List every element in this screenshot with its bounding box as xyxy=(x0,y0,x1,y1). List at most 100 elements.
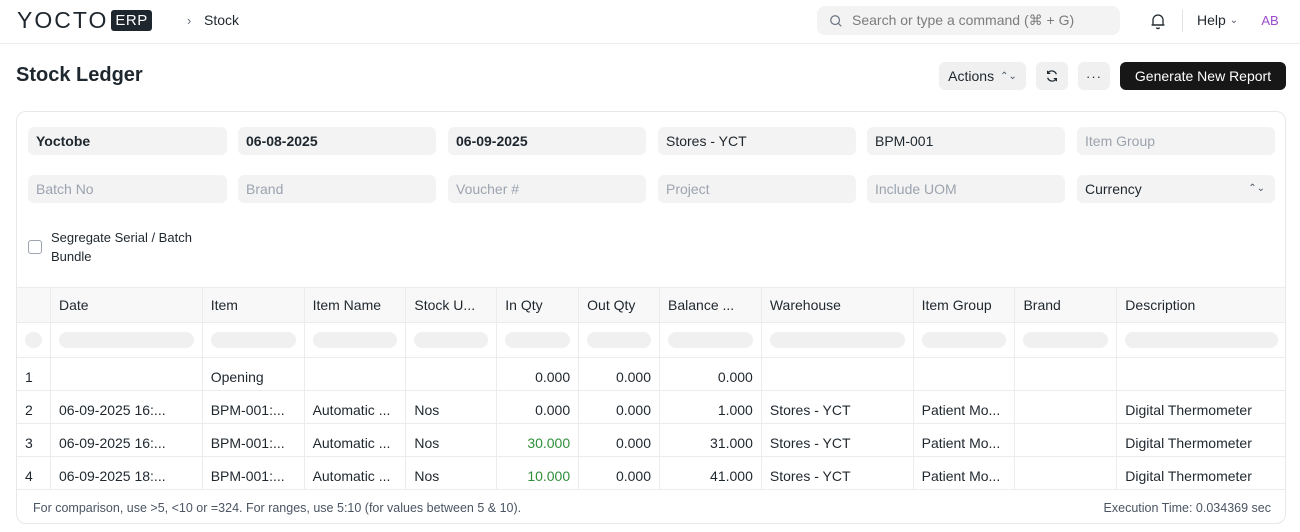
help-label: Help xyxy=(1197,12,1226,28)
header-cell-date[interactable]: Date xyxy=(51,288,203,322)
column-filter-cell xyxy=(579,323,661,357)
header-cell-brand[interactable]: Brand xyxy=(1015,288,1118,322)
header-cell-balance-qty[interactable]: Balance ... xyxy=(660,288,762,322)
header-cell-item-group[interactable]: Item Group xyxy=(914,288,1016,322)
to-date-filter[interactable]: 06-09-2025 xyxy=(448,127,646,155)
item-group-filter[interactable]: Item Group xyxy=(1077,127,1275,155)
include-uom-filter[interactable]: Include UOM xyxy=(867,175,1065,203)
cell-item: BPM-001:... xyxy=(203,457,305,489)
header-cell-out-qty[interactable]: Out Qty xyxy=(579,288,661,322)
cell-balance-qty: 0.000 xyxy=(660,358,762,390)
column-filter-input[interactable] xyxy=(921,332,1007,348)
app-logo[interactable]: YOCTO ERP xyxy=(17,8,152,32)
header-cell-item-name[interactable]: Item Name xyxy=(305,288,407,322)
column-filter-input[interactable] xyxy=(58,332,194,348)
generate-new-report-button[interactable]: Generate New Report xyxy=(1120,62,1286,90)
column-filter-cell xyxy=(17,323,51,357)
cell-out-qty: 0.000 xyxy=(579,358,661,390)
cell-item-name: Automatic ... xyxy=(305,391,407,423)
page-title: Stock Ledger xyxy=(16,64,143,86)
column-filter-input[interactable] xyxy=(414,332,489,348)
brand-filter[interactable]: Brand xyxy=(238,175,436,203)
column-filter-cell xyxy=(660,323,762,357)
header-cell-index xyxy=(17,288,51,322)
notification-bell-icon[interactable] xyxy=(1150,12,1166,30)
segregate-checkbox[interactable] xyxy=(28,240,42,254)
search-bar[interactable]: Search or type a command (⌘ + G) xyxy=(817,6,1120,35)
help-dropdown[interactable]: Help ⌄ xyxy=(1197,12,1238,28)
cell-description: Digital Thermometer xyxy=(1117,391,1285,423)
column-filter-input[interactable] xyxy=(668,332,753,348)
batch-no-filter[interactable]: Batch No xyxy=(28,175,227,203)
cell-stock-uom xyxy=(406,358,498,390)
cell-in-qty: 0.000 xyxy=(497,391,580,423)
report-card: Yoctobe 06-08-2025 06-09-2025 Stores - Y… xyxy=(16,111,1286,524)
cell-item: BPM-001:... xyxy=(203,391,305,423)
warehouse-filter[interactable]: Stores - YCT xyxy=(658,127,856,155)
column-filter-input[interactable] xyxy=(210,332,296,348)
column-filter-cell xyxy=(762,323,914,357)
table-filter-row xyxy=(17,323,1285,358)
cell-row-index: 3 xyxy=(17,424,51,456)
actions-button[interactable]: Actions ⌃⌄ xyxy=(939,62,1026,90)
table-row[interactable]: 2 06-09-2025 16:... BPM-001:... Automatic .… xyxy=(17,391,1285,424)
actions-label: Actions xyxy=(948,68,995,84)
user-avatar[interactable]: AB xyxy=(1258,10,1282,32)
cell-stock-uom: Nos xyxy=(406,424,498,456)
refresh-button[interactable] xyxy=(1036,62,1068,90)
cell-stock-uom: Nos xyxy=(406,457,498,489)
cell-warehouse: Stores - YCT xyxy=(762,457,914,489)
header-cell-stock-uom[interactable]: Stock U... xyxy=(406,288,498,322)
search-icon xyxy=(830,14,842,27)
table-row[interactable]: 3 06-09-2025 16:... BPM-001:... Automatic .… xyxy=(17,424,1285,457)
cell-description: Digital Thermometer xyxy=(1117,457,1285,489)
header-cell-in-qty[interactable]: In Qty xyxy=(497,288,580,322)
table-row[interactable]: 1 Opening 0.000 0.000 0.000 xyxy=(17,358,1285,391)
header-cell-item[interactable]: Item xyxy=(203,288,305,322)
header-cell-warehouse[interactable]: Warehouse xyxy=(762,288,914,322)
cell-in-qty: 30.000 xyxy=(497,424,580,456)
company-filter[interactable]: Yoctobe xyxy=(28,127,227,155)
currency-label: Currency xyxy=(1085,181,1142,197)
voucher-filter[interactable]: Voucher # xyxy=(448,175,646,203)
cell-in-qty: 0.000 xyxy=(497,358,580,390)
column-filter-input[interactable] xyxy=(1023,332,1109,348)
cell-item-group: Patient Mo... xyxy=(914,391,1016,423)
from-date-filter[interactable]: 06-08-2025 xyxy=(238,127,436,155)
column-filter-input[interactable] xyxy=(769,332,905,348)
cell-brand xyxy=(1015,424,1118,456)
navbar: YOCTO ERP › Stock Search or type a comma… xyxy=(0,0,1300,44)
navbar-divider xyxy=(1182,10,1183,32)
cell-row-index: 1 xyxy=(17,358,51,390)
cell-item: Opening xyxy=(203,358,305,390)
cell-warehouse xyxy=(762,358,914,390)
table-header-row: Date Item Item Name Stock U... In Qty Out Qty… xyxy=(17,287,1285,323)
cell-item-name: Automatic ... xyxy=(305,457,407,489)
column-filter-input[interactable] xyxy=(312,332,398,348)
table-row[interactable]: 4 06-09-2025 18:... BPM-001:... Automatic .… xyxy=(17,457,1285,490)
breadcrumb-stock[interactable]: Stock xyxy=(204,12,239,28)
item-filter[interactable]: BPM-001 xyxy=(867,127,1065,155)
column-filter-input[interactable] xyxy=(1125,332,1279,348)
select-all-toggle[interactable] xyxy=(25,332,42,348)
cell-item-group: Patient Mo... xyxy=(914,457,1016,489)
segregate-checkbox-row[interactable]: Segregate Serial / Batch Bundle xyxy=(28,228,211,266)
cell-brand xyxy=(1015,358,1118,390)
cell-date: 06-09-2025 16:... xyxy=(51,424,203,456)
column-filter-cell xyxy=(1015,323,1118,357)
more-options-button[interactable]: ··· xyxy=(1078,62,1110,90)
currency-select[interactable]: Currency ⌃⌄ xyxy=(1077,175,1275,203)
refresh-icon xyxy=(1047,70,1057,82)
column-filter-input[interactable] xyxy=(505,332,571,348)
project-filter[interactable]: Project xyxy=(658,175,856,203)
cell-date: 06-09-2025 16:... xyxy=(51,391,203,423)
search-placeholder: Search or type a command (⌘ + G) xyxy=(852,12,1075,28)
cell-row-index: 4 xyxy=(17,457,51,489)
cell-warehouse: Stores - YCT xyxy=(762,424,914,456)
header-cell-description[interactable]: Description xyxy=(1117,288,1285,322)
cell-description xyxy=(1117,358,1285,390)
column-filter-cell xyxy=(203,323,305,357)
cell-balance-qty: 41.000 xyxy=(660,457,762,489)
column-filter-input[interactable] xyxy=(587,332,652,348)
column-filter-cell xyxy=(406,323,498,357)
